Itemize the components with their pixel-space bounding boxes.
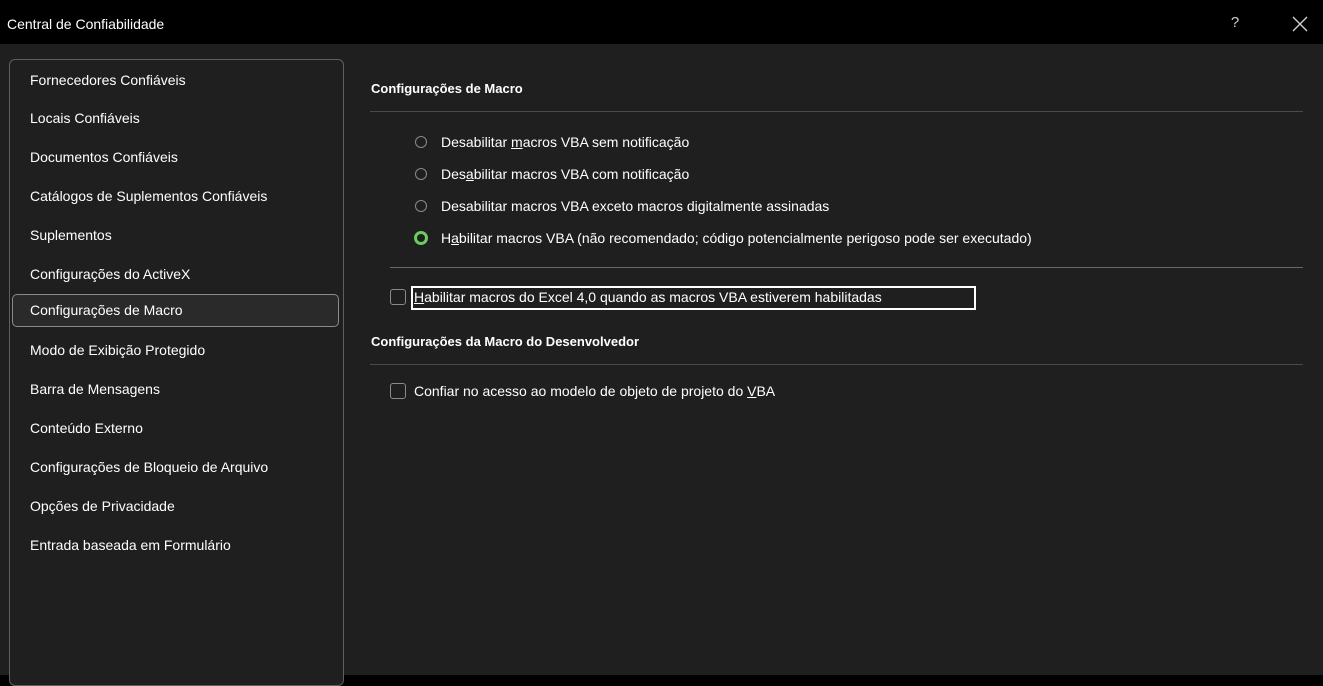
radio-label: Desabilitar macros VBA exceto macros dig… — [441, 198, 830, 214]
sidebar-item-label: Barra de Mensagens — [30, 381, 160, 397]
section-divider — [370, 111, 1303, 112]
sidebar-item-documentos-confiaveis[interactable]: Documentos Confiáveis — [12, 141, 339, 174]
sidebar-item-label: Conteúdo Externo — [30, 420, 143, 436]
checkbox[interactable] — [390, 383, 406, 399]
sidebar-item-locais-confiaveis[interactable]: Locais Confiáveis — [12, 102, 339, 135]
help-button[interactable]: ? — [1225, 13, 1245, 33]
radio-button[interactable] — [415, 200, 427, 212]
macro-settings-header: Configurações de Macro — [371, 81, 523, 96]
sidebar-item-catalogos-suplementos[interactable]: Catálogos de Suplementos Confiáveis — [12, 180, 339, 213]
radio-label: Desabilitar macros VBA sem notificação — [441, 134, 690, 150]
close-button[interactable] — [1288, 12, 1312, 36]
sidebar-nav: Fornecedores Confiáveis Locais Confiávei… — [9, 59, 344, 686]
sidebar-item-suplementos[interactable]: Suplementos — [12, 219, 339, 252]
sidebar-item-fornecedores-confiaveis[interactable]: Fornecedores Confiáveis — [12, 64, 339, 97]
radio-button[interactable] — [415, 168, 427, 180]
sidebar-item-activex[interactable]: Configurações do ActiveX — [12, 258, 339, 291]
sidebar-item-bloqueio-arquivo[interactable]: Configurações de Bloqueio de Arquivo — [12, 451, 339, 484]
sidebar-item-label: Configurações de Bloqueio de Arquivo — [30, 459, 269, 475]
sidebar-item-label: Suplementos — [30, 227, 112, 243]
sidebar-item-barra-mensagens[interactable]: Barra de Mensagens — [12, 373, 339, 406]
radio-button-selected[interactable] — [414, 231, 428, 245]
sidebar-item-conteudo-externo[interactable]: Conteúdo Externo — [12, 412, 339, 445]
sidebar-item-label: Fornecedores Confiáveis — [30, 72, 186, 88]
radio-label: Habilitar macros VBA (não recomendado; c… — [441, 230, 1032, 246]
radio-label: Desabilitar macros VBA com notificação — [441, 166, 690, 182]
sidebar-item-label: Documentos Confiáveis — [30, 149, 178, 165]
sidebar-item-label: Configurações do ActiveX — [30, 266, 191, 282]
section-divider — [370, 364, 1303, 365]
radio-button[interactable] — [415, 136, 427, 148]
window-title: Central de Confiabilidade — [7, 16, 165, 32]
sidebar-item-label: Catálogos de Suplementos Confiáveis — [30, 188, 268, 204]
sidebar-item-label: Configurações de Macro — [30, 302, 183, 318]
sidebar-item-entrada-formulario[interactable]: Entrada baseada em Formulário — [12, 529, 339, 562]
options-divider — [390, 267, 1303, 268]
sidebar-item-label: Locais Confiáveis — [30, 110, 140, 126]
sidebar-item-modo-protegido[interactable]: Modo de Exibição Protegido — [12, 334, 339, 367]
title-bar: Central de Confiabilidade ? — [0, 0, 1323, 44]
checkbox-label: Confiar no acesso ao modelo de objeto de… — [414, 383, 776, 399]
checkbox[interactable] — [390, 289, 406, 305]
developer-settings-header: Configurações da Macro do Desenvolvedor — [371, 334, 640, 349]
focus-indicator — [411, 286, 976, 310]
sidebar-item-label: Entrada baseada em Formulário — [30, 537, 231, 553]
sidebar-item-label: Modo de Exibição Protegido — [30, 342, 206, 358]
sidebar-item-configuracoes-macro[interactable]: Configurações de Macro — [12, 294, 339, 327]
sidebar-item-privacidade[interactable]: Opções de Privacidade — [12, 490, 339, 523]
close-icon — [1292, 16, 1308, 32]
sidebar-item-label: Opções de Privacidade — [30, 498, 175, 514]
